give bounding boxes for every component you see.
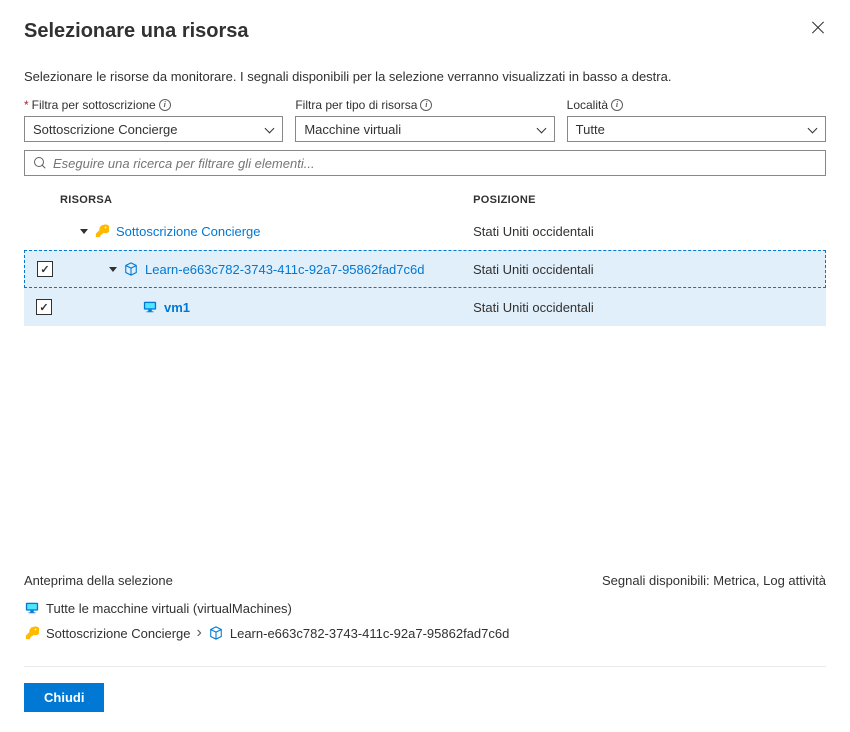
column-header-resource: RISORSA (24, 194, 473, 206)
search-input[interactable] (53, 156, 817, 171)
preview-all-vms-text: Tutte le macchine virtuali (virtualMachi… (46, 601, 292, 616)
subscription-select-value: Sottoscrizione Concierge (33, 122, 178, 137)
vm-name[interactable]: vm1 (164, 300, 190, 315)
preview-breadcrumb: Sottoscrizione Concierge › Learn-e663c78… (24, 624, 826, 642)
info-icon[interactable]: i (159, 99, 171, 111)
resource-type-select[interactable]: Macchine virtuali (295, 116, 554, 142)
tree-row-vm[interactable]: vm1 Stati Uniti occidentali (24, 288, 826, 326)
required-indicator: * (24, 98, 29, 112)
breadcrumb-group: Learn-e663c782-3743-411c-92a7-95862fad7c… (230, 626, 509, 641)
info-icon[interactable]: i (611, 99, 623, 111)
breadcrumb-separator: › (197, 624, 202, 642)
resource-group-name[interactable]: Learn-e663c782-3743-411c-92a7-95862fad7c… (145, 262, 424, 277)
search-icon (33, 156, 47, 170)
vm-icon (142, 299, 158, 315)
subscription-name[interactable]: Sottoscrizione Concierge (116, 224, 261, 239)
vm-icon (24, 600, 40, 616)
vm-checkbox[interactable] (36, 299, 52, 315)
info-icon[interactable]: i (420, 99, 432, 111)
description-text: Selezionare le risorse da monitorare. I … (24, 69, 826, 84)
resource-group-icon (208, 625, 224, 641)
location-select[interactable]: Tutte (567, 116, 826, 142)
expand-icon[interactable] (80, 229, 88, 234)
location-label-text: Località (567, 98, 608, 112)
close-button[interactable]: Chiudi (24, 683, 104, 712)
key-icon (94, 223, 110, 239)
group-checkbox[interactable] (37, 261, 53, 277)
search-box[interactable] (24, 150, 826, 176)
subscription-label-text: Filtra per sottoscrizione (32, 98, 156, 112)
chevron-down-icon (264, 124, 274, 134)
available-signals: Segnali disponibili: Metrica, Log attivi… (602, 573, 826, 588)
column-header-location: POSIZIONE (473, 194, 826, 206)
resource-type-label-text: Filtra per tipo di risorsa (295, 98, 417, 112)
subscription-location: Stati Uniti occidentali (473, 224, 826, 239)
preview-all-vms: Tutte le macchine virtuali (virtualMachi… (24, 600, 826, 616)
vm-location: Stati Uniti occidentali (473, 300, 826, 315)
chevron-down-icon (807, 124, 817, 134)
chevron-down-icon (536, 124, 546, 134)
resource-group-icon (123, 261, 139, 277)
preview-label: Anteprima della selezione (24, 573, 173, 588)
breadcrumb-subscription: Sottoscrizione Concierge (46, 626, 191, 641)
resource-type-select-value: Macchine virtuali (304, 122, 401, 137)
tree-row-resource-group[interactable]: Learn-e663c782-3743-411c-92a7-95862fad7c… (24, 250, 826, 288)
subscription-select[interactable]: Sottoscrizione Concierge (24, 116, 283, 142)
location-select-value: Tutte (576, 122, 605, 137)
key-icon (24, 625, 40, 641)
tree-row-subscription[interactable]: Sottoscrizione Concierge Stati Uniti occ… (24, 212, 826, 250)
location-filter-label: Località i (567, 98, 826, 112)
group-location: Stati Uniti occidentali (473, 262, 825, 277)
resource-type-filter-label: Filtra per tipo di risorsa i (295, 98, 554, 112)
expand-icon[interactable] (109, 267, 117, 272)
panel-title: Selezionare una risorsa (24, 20, 249, 43)
close-icon[interactable] (810, 20, 826, 36)
subscription-filter-label: * Filtra per sottoscrizione i (24, 98, 283, 112)
